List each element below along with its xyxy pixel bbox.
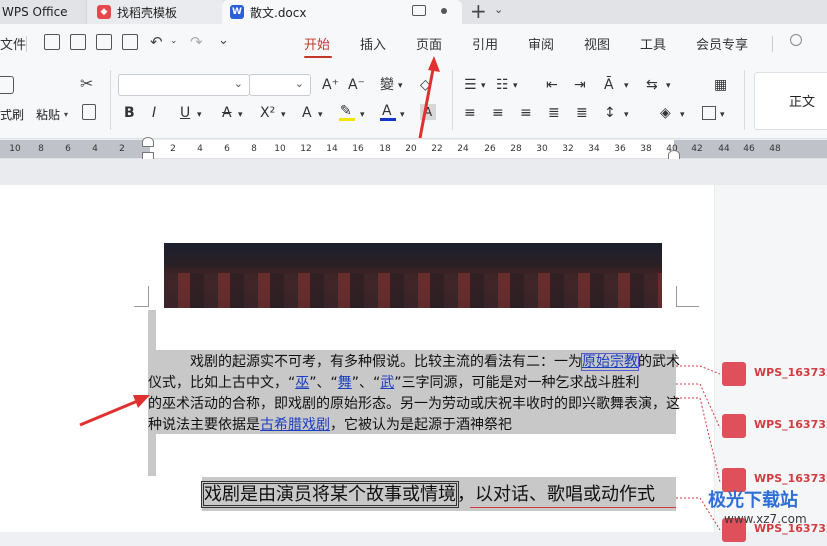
red-arrow (418, 63, 436, 139)
annotation-overlay (79, 56, 721, 531)
comment-connector (676, 383, 721, 429)
comment-connector (676, 365, 721, 375)
red-arrow-head (428, 56, 440, 72)
comment-connector (676, 397, 721, 483)
red-arrow (79, 398, 141, 427)
watermark-url: www.xz7.com (724, 512, 807, 526)
watermark-title: 极光下载站 (708, 490, 798, 511)
red-arrow-head (133, 395, 150, 408)
site-watermark: 极光下载站 www.xz7.com (708, 484, 827, 532)
